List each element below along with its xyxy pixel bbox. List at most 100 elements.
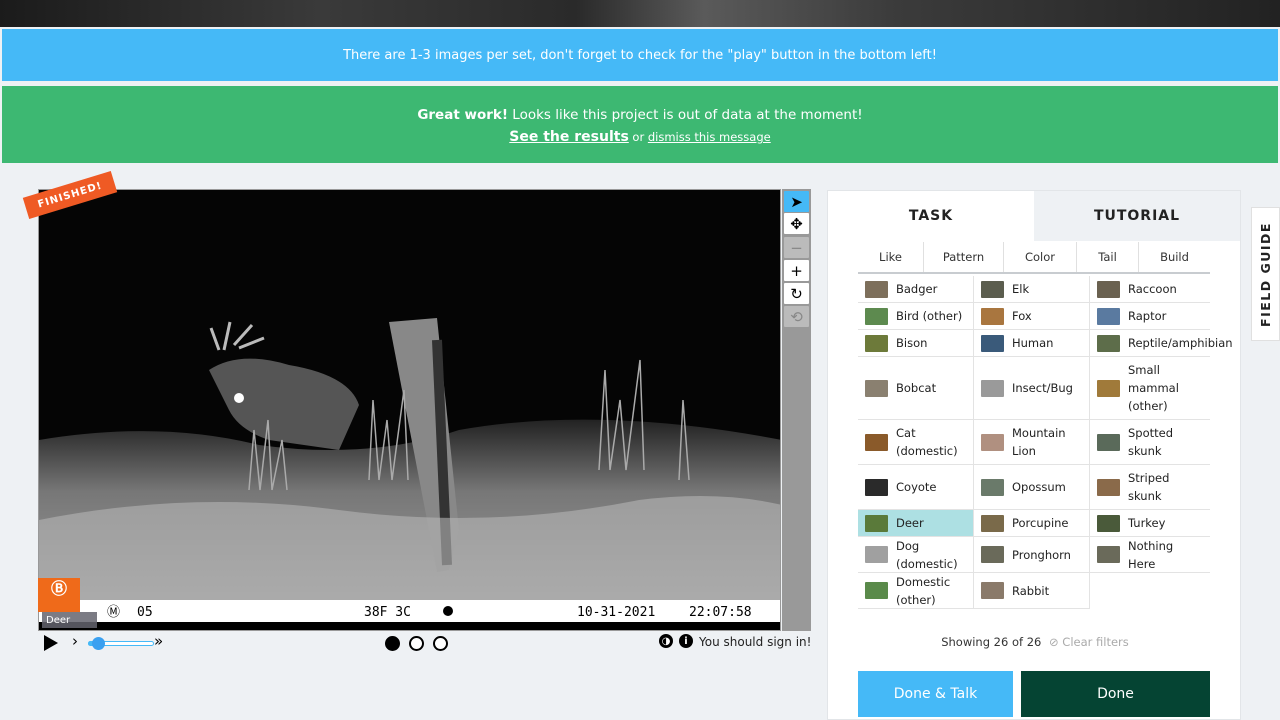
success-bold: Great work!	[417, 107, 509, 123]
choice-bobcat[interactable]: Bobcat	[858, 357, 974, 420]
image-toolbar: ➤ ✥ − + ↻ ⟲	[782, 189, 811, 631]
choice-label: Nothing Here	[1128, 538, 1174, 571]
bushnell-logo: Ⓑ	[38, 578, 80, 612]
choice-label: Coyote	[896, 480, 937, 494]
frame-dot-1[interactable]	[385, 636, 400, 651]
reset-icon[interactable]: ⟲	[784, 306, 809, 327]
choice-insect-bug[interactable]: Insect/Bug	[974, 357, 1090, 420]
choice-label: Spotted skunk	[1128, 426, 1174, 458]
done-button[interactable]: Done	[1021, 671, 1210, 717]
slower-icon[interactable]: ›	[72, 632, 78, 650]
species-thumbnail	[1097, 546, 1120, 563]
choice-label: Porcupine	[1012, 516, 1069, 530]
species-thumbnail	[1097, 433, 1120, 451]
choice-nothing-here[interactable]: Nothing Here	[1090, 537, 1210, 573]
field-guide-tab[interactable]: FIELD GUIDE	[1251, 207, 1280, 341]
species-thumbnail	[865, 433, 888, 451]
choice-label: Raptor	[1128, 309, 1167, 323]
subject-image-viewer[interactable]: Ⓜ 05 38F 3C 10-31-2021 22:07:58	[38, 189, 781, 631]
filter-build[interactable]: Build	[1139, 242, 1210, 272]
species-thumbnail	[865, 379, 888, 397]
play-icon[interactable]	[44, 635, 58, 651]
tab-task[interactable]: TASK	[828, 191, 1034, 241]
choice-dog-domestic[interactable]: Dog (domestic)	[858, 537, 974, 573]
choice-label: Elk	[1012, 282, 1030, 296]
choice-striped-skunk[interactable]: Striped skunk	[1090, 465, 1210, 510]
trail-camera-photo: Ⓜ 05 38F 3C 10-31-2021 22:07:58	[39, 190, 780, 630]
panel-tabs: TASK TUTORIAL	[828, 191, 1240, 241]
species-thumbnail	[981, 379, 1004, 397]
choice-human[interactable]: Human	[974, 330, 1090, 357]
choice-cat-domestic[interactable]: Cat (domestic)	[858, 420, 974, 465]
choice-fox[interactable]: Fox	[974, 303, 1090, 330]
done-and-talk-button[interactable]: Done & Talk	[858, 671, 1013, 717]
success-banner: Great work! Looks like this project is o…	[2, 86, 1278, 163]
choice-label: Cat (domestic)	[896, 426, 958, 458]
choice-raptor[interactable]: Raptor	[1090, 303, 1210, 330]
or-text: or	[628, 130, 648, 144]
choice-label: Human	[1012, 336, 1054, 350]
task-panel: TASK TUTORIAL Like Pattern Color Tail Bu…	[827, 190, 1241, 720]
choice-spotted-skunk[interactable]: Spotted skunk	[1090, 420, 1210, 465]
choice-bird-other[interactable]: Bird (other)	[858, 303, 974, 330]
choice-label: Raccoon	[1128, 282, 1177, 296]
clear-filters-link[interactable]: ⊘ Clear filters	[1049, 635, 1129, 649]
species-thumbnail	[865, 582, 888, 599]
speed-slider-thumb[interactable]	[92, 637, 105, 650]
info-icon[interactable]: i	[679, 634, 693, 648]
choice-bison[interactable]: Bison	[858, 330, 974, 357]
choice-label: Badger	[896, 282, 938, 296]
choice-label: Pronghorn	[1012, 547, 1071, 562]
choice-mountain-lion[interactable]: Mountain Lion	[974, 420, 1090, 465]
filter-color[interactable]: Color	[1004, 242, 1077, 272]
tab-tutorial[interactable]: TUTORIAL	[1034, 191, 1240, 241]
choice-raccoon[interactable]: Raccoon	[1090, 276, 1210, 303]
playback-controls: › » ◑ i You should sign in!	[38, 632, 813, 654]
species-thumbnail	[981, 582, 1004, 599]
choice-reptile-amphibian[interactable]: Reptile/amphibian	[1090, 330, 1233, 357]
zoom-out-icon[interactable]: −	[784, 237, 809, 258]
header-background	[0, 0, 1280, 27]
svg-text:Ⓜ: Ⓜ	[107, 605, 120, 620]
choice-small-mammal-other[interactable]: Small mammal (other)	[1090, 357, 1210, 420]
species-thumbnail	[865, 514, 888, 532]
filter-bar: Like Pattern Color Tail Build	[858, 242, 1210, 274]
zoom-in-icon[interactable]: +	[784, 260, 809, 281]
choice-rabbit[interactable]: Rabbit	[974, 573, 1090, 609]
choice-turkey[interactable]: Turkey	[1090, 510, 1210, 537]
choice-elk[interactable]: Elk	[974, 276, 1090, 303]
pointer-icon[interactable]: ➤	[784, 191, 809, 212]
rotate-icon[interactable]: ↻	[784, 283, 809, 304]
filter-tail[interactable]: Tail	[1077, 242, 1139, 272]
choice-coyote[interactable]: Coyote	[858, 465, 974, 510]
choice-label: Mountain Lion	[1012, 426, 1066, 458]
move-icon[interactable]: ✥	[784, 213, 809, 234]
frame-dot-2[interactable]	[409, 636, 424, 651]
success-text: Looks like this project is out of data a…	[508, 107, 863, 123]
filter-pattern[interactable]: Pattern	[924, 242, 1004, 272]
dismiss-message-link[interactable]: dismiss this message	[648, 130, 771, 144]
frame-dot-3[interactable]	[433, 636, 448, 651]
species-thumbnail	[981, 546, 1004, 563]
contrast-icon[interactable]: ◑	[659, 634, 673, 648]
species-thumbnail	[981, 307, 1004, 325]
species-thumbnail	[1097, 379, 1120, 397]
faster-icon[interactable]: »	[154, 632, 163, 650]
choice-pronghorn[interactable]: Pronghorn	[974, 537, 1090, 573]
choice-opossum[interactable]: Opossum	[974, 465, 1090, 510]
sign-in-prompt[interactable]: You should sign in!	[699, 635, 811, 649]
choice-badger[interactable]: Badger	[858, 276, 974, 303]
species-thumbnail	[981, 514, 1004, 532]
filter-like[interactable]: Like	[858, 242, 924, 272]
see-results-link[interactable]: See the results	[509, 129, 629, 145]
choice-domestic-other[interactable]: Domestic (other)	[858, 573, 974, 609]
species-thumbnail	[865, 546, 888, 563]
choice-deer[interactable]: Deer	[858, 510, 974, 537]
choice-label: Opossum	[1012, 480, 1066, 494]
choice-porcupine[interactable]: Porcupine	[974, 510, 1090, 537]
species-thumbnail	[1097, 514, 1120, 532]
camera-date: 10-31-2021	[577, 605, 655, 620]
species-thumbnail	[1097, 334, 1120, 352]
species-thumbnail	[865, 478, 888, 496]
choice-label: Striped skunk	[1128, 471, 1170, 503]
